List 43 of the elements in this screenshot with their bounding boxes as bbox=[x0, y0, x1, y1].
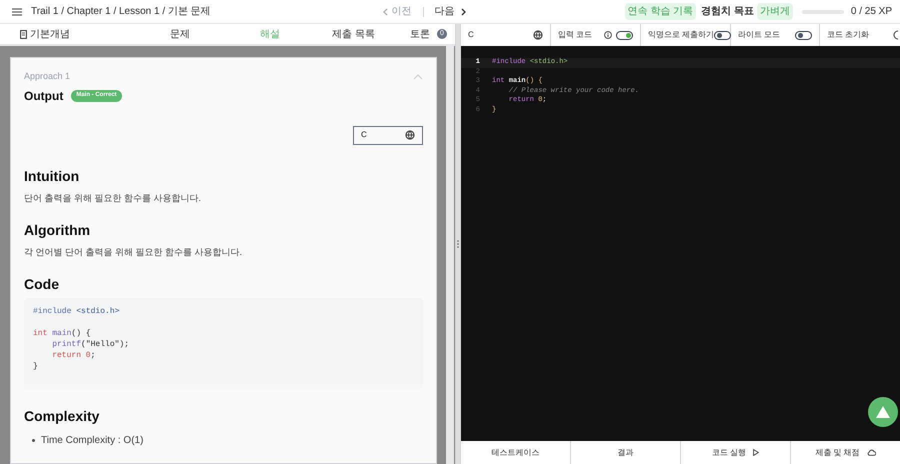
language-select[interactable]: C bbox=[468, 29, 543, 41]
section-heading: Intuition bbox=[24, 166, 80, 184]
splitter-handle[interactable] bbox=[455, 24, 461, 464]
section-heading: Algorithm bbox=[24, 220, 92, 238]
menu-icon bbox=[12, 8, 22, 16]
next-button[interactable]: 다음 bbox=[434, 4, 466, 19]
cloud-icon bbox=[866, 449, 876, 456]
section-text: 단어 출력을 위해 필요한 함수를 사용합니다. bbox=[24, 192, 202, 204]
info-icon bbox=[604, 31, 612, 39]
xp-badge: 가벼게 bbox=[756, 3, 793, 20]
xp-goal-label: 경험치 목표 bbox=[701, 5, 754, 19]
list-item: Time Complexity : O(1) bbox=[41, 434, 144, 448]
triangle-icon bbox=[876, 406, 890, 418]
breadcrumb: Trail 1 / Chapter 1 / Lesson 1 / 기본 문제 bbox=[31, 5, 211, 19]
toggle-label: 라이트 모드 bbox=[738, 29, 780, 41]
chevron-left-icon bbox=[382, 8, 388, 16]
xp-reading: 0 / 25 XP bbox=[850, 5, 892, 19]
action-button[interactable]: 결과 bbox=[571, 441, 681, 464]
tab[interactable]: 문제 bbox=[70, 26, 260, 42]
approach-label: Approach 1 bbox=[24, 70, 70, 83]
tab[interactable]: 제출 목록 bbox=[332, 26, 410, 42]
toggle-switch[interactable] bbox=[795, 30, 812, 40]
toggle-label: 익명으로 제출하기 bbox=[648, 29, 714, 41]
streak-badge: 연속 학습 기록 bbox=[624, 3, 696, 20]
reset-code-button[interactable]: 코드 초기화 bbox=[827, 29, 870, 41]
action-button[interactable]: 제출 및 채점 bbox=[791, 441, 900, 464]
toggle-switch[interactable] bbox=[714, 30, 732, 40]
section-text: 각 언어별 단어 출력을 위해 필요한 함수를 사용합니다. bbox=[24, 246, 244, 258]
output-title: Output bbox=[24, 88, 64, 104]
section-heading: Complexity bbox=[24, 406, 100, 424]
book-icon bbox=[20, 30, 27, 38]
language-select[interactable]: C bbox=[353, 126, 423, 144]
toggle-label: 입력 코드 bbox=[558, 29, 592, 41]
action-button[interactable]: 코드 실행 bbox=[681, 441, 791, 464]
toggle-switch[interactable] bbox=[616, 30, 633, 40]
chevron-right-icon bbox=[460, 8, 466, 16]
globe-icon bbox=[533, 30, 543, 40]
globe-icon bbox=[405, 130, 415, 140]
play-icon bbox=[753, 449, 760, 456]
action-button[interactable]: 테스트케이스 bbox=[461, 441, 571, 464]
bullet-icon bbox=[32, 438, 35, 442]
section-heading: Code bbox=[24, 274, 60, 292]
tab[interactable]: 기본개념 bbox=[0, 26, 70, 42]
